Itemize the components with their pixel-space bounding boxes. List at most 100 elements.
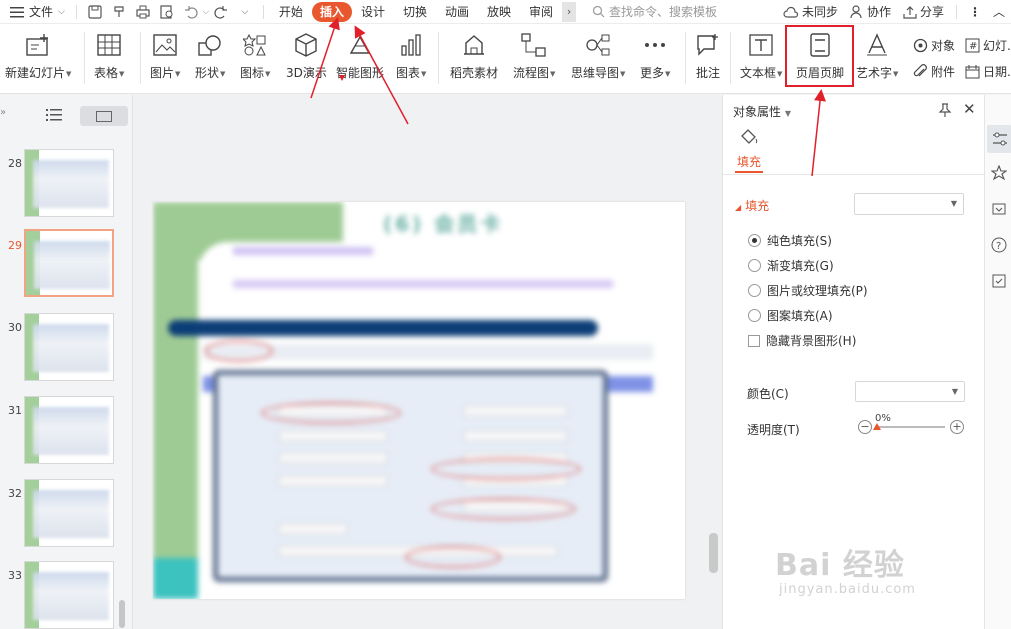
wordart-button[interactable]: 艺术字▼ (856, 30, 898, 81)
user-icon (850, 4, 862, 18)
slide-thumbnail[interactable] (24, 149, 114, 217)
slide-thumbnail-active[interactable] (24, 229, 114, 297)
picture-button[interactable]: 图片▼ (150, 30, 180, 81)
redo-icon[interactable] (213, 4, 229, 20)
chevron-right-icon[interactable]: › (562, 1, 577, 22)
undo-icon[interactable] (183, 4, 199, 20)
divider (438, 32, 439, 84)
smartart-icon (345, 30, 375, 60)
smartart-button[interactable]: 智能图形 (336, 30, 384, 81)
slide-content-blurred: (6) 会员卡 (153, 202, 685, 599)
outline-view-icon[interactable] (46, 108, 62, 125)
3d-demo-button[interactable]: 3D演示 (286, 30, 327, 81)
object-icon (912, 38, 928, 54)
collapse-ribbon-icon[interactable]: ︿ (987, 0, 1011, 24)
new-slide-button[interactable]: 新建幻灯片▼ (5, 30, 71, 81)
thumbnail-view-button[interactable] (80, 106, 128, 126)
calendar-icon (964, 64, 980, 80)
tab-animation[interactable]: 动画 (436, 0, 478, 24)
material-button[interactable]: 稻壳素材 (450, 30, 498, 81)
pin-icon[interactable] (938, 103, 952, 120)
more-menu-icon[interactable]: ⋮ (963, 0, 987, 24)
tab-transitions[interactable]: 切换 (394, 0, 436, 24)
radio-pattern-fill[interactable]: 图案填充(A) (748, 307, 833, 324)
slide-thumbnail[interactable] (24, 313, 114, 381)
slider-handle[interactable] (873, 423, 881, 430)
share-button[interactable]: 分享 (897, 0, 950, 24)
increase-button[interactable]: + (950, 420, 964, 434)
tab-slideshow[interactable]: 放映 (478, 0, 520, 24)
canvas-scrollbar[interactable] (709, 533, 718, 573)
format-painter-icon[interactable] (111, 4, 127, 20)
transform-icon[interactable] (989, 199, 1009, 219)
panel-title[interactable]: 对象属性 ▼ (733, 103, 791, 120)
properties-tool-icon[interactable] (987, 125, 1011, 153)
slide-thumbnail[interactable] (24, 479, 114, 547)
hide-background-checkbox[interactable]: 隐藏背景图形(H) (748, 332, 856, 349)
slide-canvas: (6) 会员卡 (133, 95, 722, 629)
search-icon (592, 5, 605, 18)
chevron-down-icon[interactable]: ⌵ (203, 7, 209, 17)
tab-design[interactable]: 设计 (352, 0, 394, 24)
help-icon[interactable]: ? (989, 235, 1009, 255)
slide-thumbnail[interactable] (24, 561, 114, 629)
decrease-button[interactable]: − (858, 420, 872, 434)
new-slide-icon (23, 30, 53, 60)
divider (955, 4, 957, 19)
radio-solid-fill[interactable]: 纯色填充(S) (748, 232, 832, 249)
mindmap-label: 思维导图 (571, 66, 620, 80)
collab-button[interactable]: 协作 (844, 0, 897, 24)
icon-button[interactable]: 图标▼ (240, 30, 270, 81)
object-button[interactable]: 对象 (912, 37, 955, 54)
watermark-sub: jingyan.baidu.com (779, 582, 916, 597)
search-box[interactable]: 查找命令、搜索模板 (592, 3, 742, 20)
tab-review[interactable]: 审阅 (520, 0, 562, 24)
shape-button[interactable]: 形状▼ (195, 30, 225, 81)
fill-section-header[interactable]: ◢ 填充 (735, 197, 769, 214)
slide-number-button[interactable]: # 幻灯... (964, 37, 1011, 54)
radio-gradient-fill[interactable]: 渐变填充(G) (748, 257, 834, 274)
search-input[interactable]: 查找命令、搜索模板 (609, 3, 717, 20)
sync-button[interactable]: 未同步 (777, 0, 844, 24)
fill-type-select[interactable]: ▼ (854, 193, 964, 215)
tab-fill[interactable]: 填充 (737, 153, 761, 170)
table-button[interactable]: 表格▼ (94, 30, 124, 81)
tab-home[interactable]: 开始 (270, 0, 312, 24)
mindmap-icon (583, 30, 613, 60)
save-icon[interactable] (87, 4, 103, 20)
comment-button[interactable]: 批注 (693, 30, 723, 81)
slide-thumbnail[interactable] (24, 396, 114, 464)
more-button[interactable]: 更多▼ (640, 30, 670, 81)
textbox-button[interactable]: 文本框▼ (740, 30, 782, 81)
star-icon[interactable] (989, 163, 1009, 183)
more-label: 更多 (640, 66, 665, 80)
datetime-button[interactable]: 日期... (964, 63, 1011, 80)
fill-bucket-icon[interactable] (739, 127, 759, 148)
print-icon[interactable] (135, 4, 151, 20)
checklist-icon[interactable] (989, 271, 1009, 291)
material-icon (459, 30, 489, 60)
file-menu[interactable]: 文件 ⌵ (0, 0, 70, 24)
print-preview-icon[interactable] (159, 4, 175, 20)
table-label: 表格 (94, 66, 119, 80)
scrollbar[interactable] (119, 600, 125, 628)
collapse-pane-icon[interactable]: » (0, 107, 6, 118)
collab-label: 协作 (866, 5, 891, 19)
picture-icon (150, 30, 180, 60)
divider (75, 4, 77, 19)
chart-button[interactable]: 图表▼ (396, 30, 426, 81)
close-icon[interactable]: ✕ (963, 100, 976, 118)
mindmap-button[interactable]: 思维导图▼ (571, 30, 625, 81)
attachment-button[interactable]: 附件 (912, 63, 955, 80)
cloud-icon (783, 6, 799, 18)
slide-editor[interactable]: (6) 会员卡 (153, 202, 685, 599)
textbox-label: 文本框 (740, 66, 777, 80)
transparency-slider[interactable] (875, 426, 945, 428)
tab-insert[interactable]: 插入 (311, 1, 352, 22)
flowchart-button[interactable]: 流程图▼ (513, 30, 555, 81)
radio-picture-fill[interactable]: 图片或纹理填充(P) (748, 282, 868, 299)
wordart-icon (862, 30, 892, 60)
color-picker[interactable]: ▼ (855, 381, 965, 402)
customize-icon[interactable]: ⌵ (237, 4, 253, 20)
share-icon (903, 5, 917, 19)
